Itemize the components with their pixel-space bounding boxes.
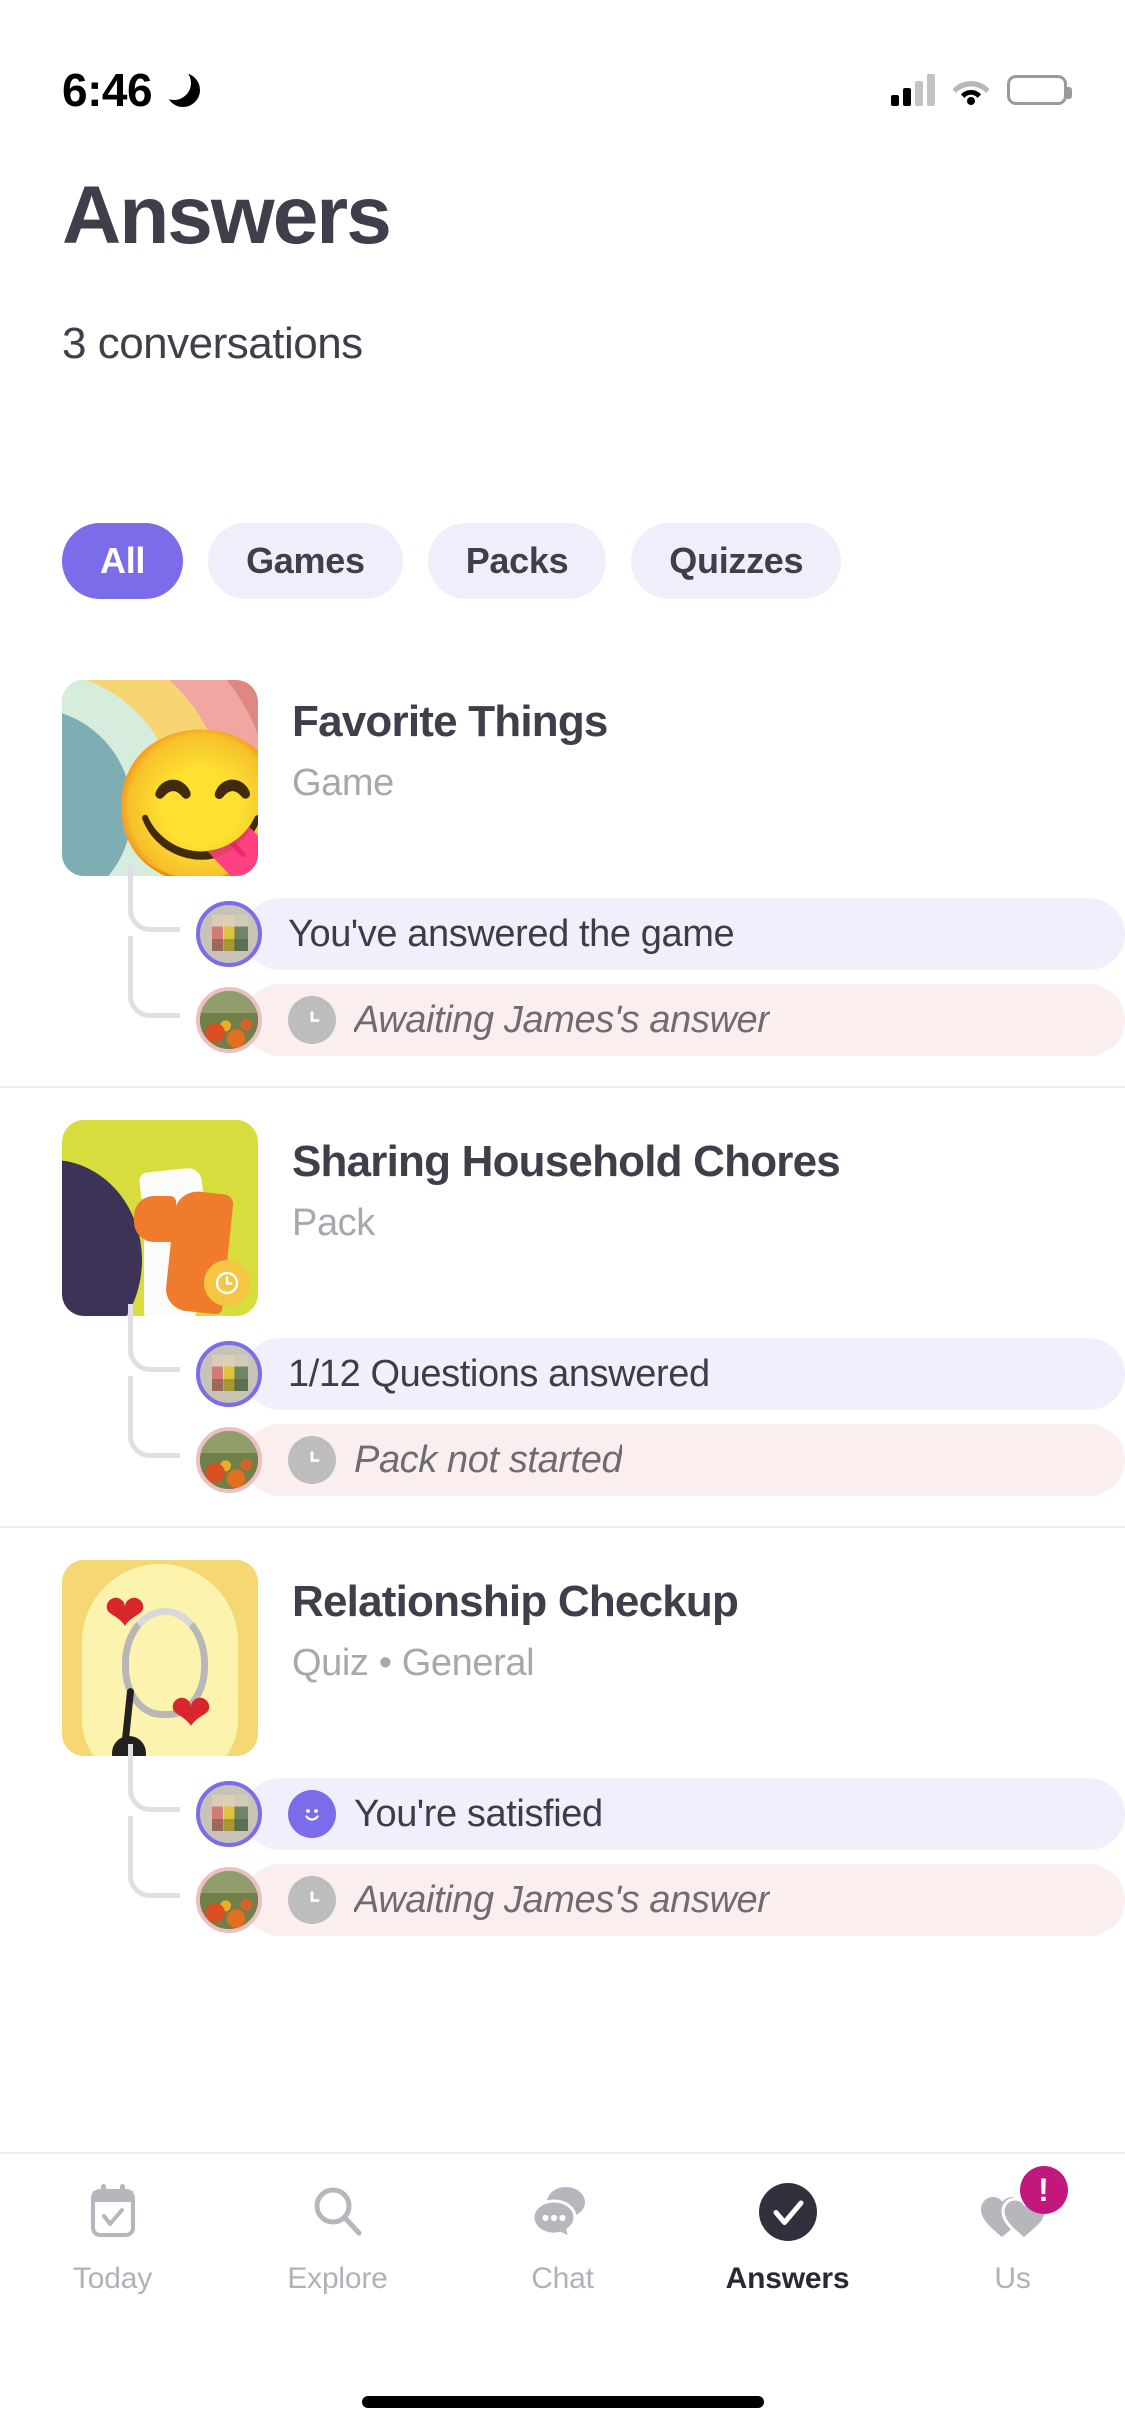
reply-text: 1/12 Questions answered [288, 1352, 710, 1395]
clock-icon [288, 1436, 336, 1484]
reply-list: 1/12 Questions answered Pack not started [0, 1304, 1125, 1496]
tab-label: Answers [725, 2262, 850, 2295]
page-header: Answers 3 conversations [0, 175, 1125, 369]
conversation-subtitle: Pack [292, 1202, 375, 1245]
connector-line [128, 1816, 180, 1898]
avatar [196, 1427, 262, 1493]
tab-chat[interactable]: Chat [450, 2180, 675, 2350]
reply-text: You're satisfied [354, 1792, 603, 1835]
clock-badge-icon [204, 1260, 250, 1306]
search-icon [310, 2180, 366, 2244]
conversation-title: Favorite Things [292, 697, 608, 746]
avatar [196, 1781, 262, 1847]
reply-row[interactable]: You're satisfied [128, 1744, 1125, 1850]
status-bar-right [891, 74, 1072, 106]
reply-row[interactable]: Pack not started [128, 1376, 1125, 1496]
check-circle-icon [757, 2180, 819, 2244]
cellular-signal-icon [891, 74, 935, 106]
conversation-list: 😋 Favorite Things Game You've answered t… [0, 648, 1125, 2152]
two-hearts-icon: ! [980, 2166, 1068, 2244]
tab-label: Explore [287, 2262, 388, 2295]
reply-row[interactable]: Awaiting James's answer [128, 936, 1125, 1056]
reply-bubble[interactable]: Awaiting James's answer [244, 1864, 1125, 1936]
wifi-icon [951, 75, 991, 105]
reply-text: Awaiting James's answer [354, 998, 770, 1041]
tab-answers[interactable]: Answers [675, 2180, 900, 2350]
calendar-check-icon [88, 2180, 138, 2244]
reply-text: Pack not started [354, 1438, 623, 1481]
app-screen: 6:46 Answers 3 conversations All Games P… [0, 0, 1125, 2436]
conversation-subtitle: Quiz • General [292, 1642, 535, 1685]
connector-line [128, 864, 180, 932]
conversation-meta: Favorite Things Game [292, 680, 608, 876]
reply-bubble[interactable]: Awaiting James's answer [244, 984, 1125, 1056]
avatar [196, 1341, 262, 1407]
tab-explore[interactable]: Explore [225, 2180, 450, 2350]
bottom-tab-bar: Today Explore Chat Answers ! Us [0, 2152, 1125, 2436]
conversation-item[interactable]: ❤ ❤ Relationship Checkup Quiz • General [0, 1526, 1125, 1966]
connector-line [128, 1744, 180, 1812]
filter-chip-quizzes[interactable]: Quizzes [631, 523, 842, 599]
tab-us[interactable]: ! Us [900, 2166, 1125, 2350]
filter-chip-packs[interactable]: Packs [427, 523, 607, 599]
cleaning-spray-thumbnail[interactable] [62, 1120, 258, 1316]
reply-bubble[interactable]: Pack not started [244, 1424, 1125, 1496]
conversation-item[interactable]: 😋 Favorite Things Game You've answered t… [0, 648, 1125, 1086]
status-bar-left: 6:46 [62, 63, 201, 117]
avatar [196, 987, 262, 1053]
conversation-header[interactable]: 😋 Favorite Things Game [0, 680, 1125, 876]
reply-bubble[interactable]: You've answered the game [244, 898, 1125, 970]
smiley-icon [288, 1790, 336, 1838]
reply-list: You've answered the game Awaiting James'… [0, 864, 1125, 1056]
status-badge: ! [1019, 2166, 1068, 2214]
page-title: Answers [62, 170, 392, 261]
filter-chip-all[interactable]: All [62, 523, 184, 599]
tab-today[interactable]: Today [0, 2180, 225, 2350]
stethoscope-hearts-thumbnail[interactable]: ❤ ❤ [62, 1560, 258, 1756]
home-indicator[interactable] [361, 2396, 764, 2408]
rainbow-emoji-thumbnail[interactable]: 😋 [62, 680, 258, 876]
conversation-item[interactable]: Sharing Household Chores Pack 1/12 Quest… [0, 1086, 1125, 1526]
clock-icon [288, 1876, 336, 1924]
connector-line [128, 936, 180, 1018]
connector-line [128, 1304, 180, 1372]
reply-bubble[interactable]: 1/12 Questions answered [244, 1338, 1125, 1410]
avatar [196, 901, 262, 967]
avatar [196, 1867, 262, 1933]
filter-chip-games[interactable]: Games [208, 523, 403, 599]
battery-icon [1007, 75, 1072, 105]
yummy-face-emoji: 😋 [108, 723, 258, 876]
reply-text: Awaiting James's answer [354, 1878, 770, 1921]
reply-bubble[interactable]: You're satisfied [244, 1778, 1125, 1850]
chat-bubbles-icon [531, 2180, 594, 2244]
tab-label: Us [994, 2262, 1031, 2295]
tab-label: Today [72, 2262, 153, 2295]
conversation-count: 3 conversations [62, 319, 363, 368]
clock-icon [288, 996, 336, 1044]
conversation-header[interactable]: Sharing Household Chores Pack [0, 1120, 1125, 1316]
status-time: 6:46 [62, 64, 153, 116]
conversation-subtitle: Game [292, 762, 394, 805]
reply-row[interactable]: Awaiting James's answer [128, 1816, 1125, 1936]
conversation-title: Relationship Checkup [292, 1577, 739, 1626]
conversation-title: Sharing Household Chores [292, 1137, 841, 1186]
tab-label: Chat [531, 2262, 594, 2295]
reply-row[interactable]: 1/12 Questions answered [128, 1304, 1125, 1410]
connector-line [128, 1376, 180, 1458]
moon-icon [157, 66, 201, 107]
reply-row[interactable]: You've answered the game [128, 864, 1125, 970]
reply-text: You've answered the game [288, 912, 735, 955]
conversation-meta: Relationship Checkup Quiz • General [292, 1560, 739, 1756]
heart-icon: ❤ [104, 1585, 146, 1641]
heart-icon: ❤ [170, 1685, 212, 1741]
status-bar: 6:46 [0, 0, 1125, 132]
reply-list: You're satisfied Awaiting James's answer [0, 1744, 1125, 1936]
conversation-header[interactable]: ❤ ❤ Relationship Checkup Quiz • General [0, 1560, 1125, 1756]
filter-chip-row: All Games Packs Quizzes [0, 523, 1125, 599]
conversation-meta: Sharing Household Chores Pack [292, 1120, 841, 1316]
